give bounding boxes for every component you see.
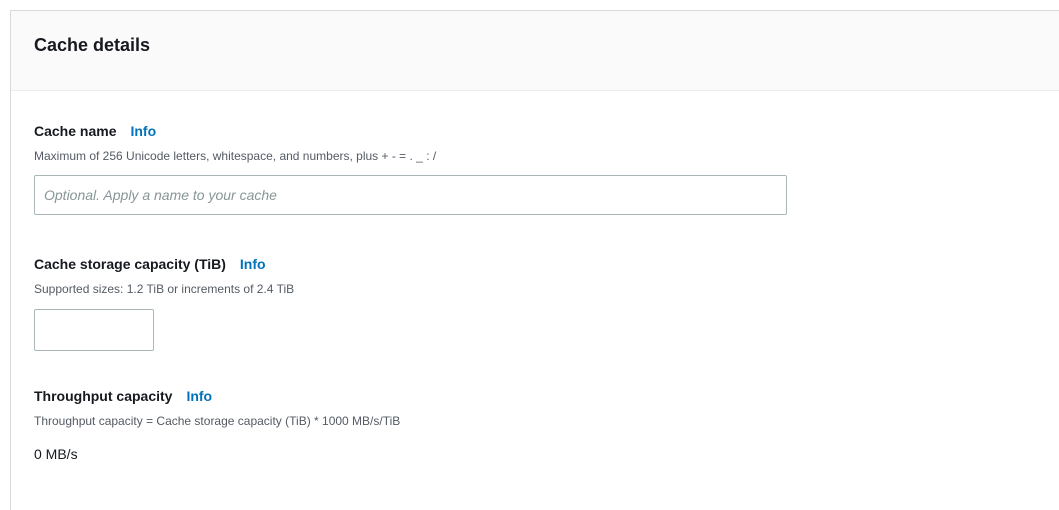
storage-capacity-info-link[interactable]: Info bbox=[240, 256, 266, 272]
throughput-capacity-value: 0 MB/s bbox=[34, 446, 78, 462]
throughput-capacity-field: Throughput capacity Info Throughput capa… bbox=[34, 388, 400, 462]
cache-name-input[interactable] bbox=[34, 175, 787, 215]
storage-capacity-field: Cache storage capacity (TiB) Info Suppor… bbox=[34, 256, 294, 351]
storage-capacity-description: Supported sizes: 1.2 TiB or increments o… bbox=[34, 282, 295, 296]
storage-capacity-label: Cache storage capacity (TiB) bbox=[34, 256, 226, 272]
panel-header: Cache details bbox=[11, 11, 1059, 91]
cache-name-description: Maximum of 256 Unicode letters, whitespa… bbox=[34, 149, 437, 163]
storage-capacity-input[interactable] bbox=[34, 309, 154, 351]
panel-title: Cache details bbox=[34, 35, 151, 55]
cache-name-info-link[interactable]: Info bbox=[130, 123, 156, 139]
cache-details-panel: Cache details Cache name Info Maximum of… bbox=[10, 10, 1059, 510]
throughput-capacity-info-link[interactable]: Info bbox=[186, 388, 212, 404]
throughput-capacity-description: Throughput capacity = Cache storage capa… bbox=[34, 414, 401, 428]
cache-name-label: Cache name bbox=[34, 123, 117, 139]
throughput-capacity-label: Throughput capacity bbox=[34, 388, 173, 404]
cache-name-field: Cache name Info Maximum of 256 Unicode l… bbox=[34, 123, 787, 215]
